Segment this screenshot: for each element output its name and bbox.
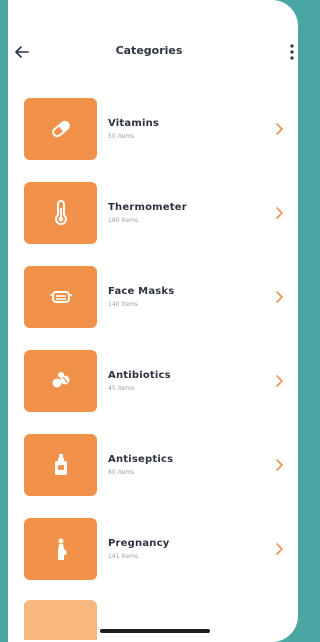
category-count: 140 items [108,301,139,308]
pill-icon [51,120,70,138]
top-app-bar: Categories [0,0,298,100]
category-label: Antibiotics [108,370,171,381]
category-label: Antiseptics [108,454,174,465]
category-tile [24,434,97,496]
chevron-right-icon [276,207,283,219]
category-count: 180 items [108,217,139,224]
category-tile-partial [24,600,97,640]
category-label: Pregnancy [108,538,170,549]
chevron-right-icon [276,459,283,471]
category-label: Face Masks [108,286,175,297]
category-item-antibiotics[interactable]: Antibiotics 45 items [24,350,294,414]
category-tile [24,266,97,328]
category-item-antiseptics[interactable]: Antiseptics 80 items [24,434,294,498]
category-item-pregnancy[interactable]: Pregnancy 141 items [24,518,294,582]
chevron-right-icon [276,291,283,303]
pregnancy-icon [57,538,67,560]
category-label: Thermometer [108,202,187,213]
category-count: 50 items [108,133,135,140]
chevron-right-icon [276,543,283,555]
category-tile [24,518,97,580]
category-label: Vitamins [108,118,160,129]
more-vertical-icon[interactable] [288,42,296,62]
category-item-face-masks[interactable]: Face Masks 140 items [24,266,294,330]
category-count: 80 items [108,469,135,476]
category-tile [24,350,97,412]
page-title: Categories [115,44,183,57]
phone-screen: Categories Vitamins 50 items Thermometer… [0,0,298,642]
category-tile [24,182,97,244]
category-tile [24,98,97,160]
category-item-thermometer[interactable]: Thermometer 180 items [24,182,294,246]
category-count: 141 items [108,553,139,560]
capsules-icon [52,372,69,388]
chevron-right-icon [276,375,283,387]
thermometer-icon [54,200,67,225]
category-item-vitamins[interactable]: Vitamins 50 items [24,98,294,162]
spray-bottle-icon [54,454,67,475]
face-mask-icon [49,291,72,303]
chevron-right-icon [276,123,283,135]
category-count: 45 items [108,385,135,392]
home-indicator [100,629,210,633]
